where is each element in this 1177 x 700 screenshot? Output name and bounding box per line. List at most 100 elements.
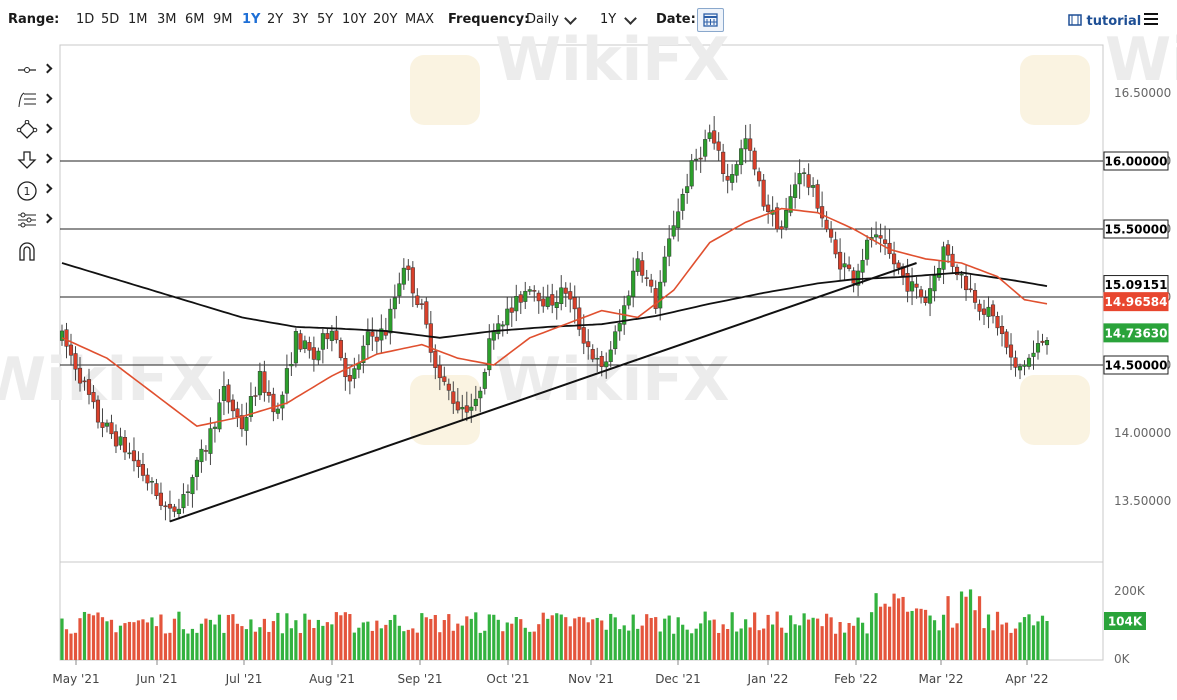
candle-body xyxy=(518,294,523,303)
candle-body xyxy=(712,130,717,144)
candles-group xyxy=(59,116,1050,523)
volume-bar xyxy=(447,614,451,660)
volume-bar xyxy=(851,625,856,660)
volume-bar xyxy=(941,614,946,660)
volume-bar xyxy=(258,627,262,660)
volume-bar xyxy=(154,626,159,660)
x-tick-label: Jun '21 xyxy=(135,672,177,686)
volume-bar xyxy=(600,620,604,660)
volume-bar xyxy=(181,629,186,660)
candle-body xyxy=(176,508,181,515)
volume-bar xyxy=(186,633,190,660)
volume-bar xyxy=(622,625,626,660)
candle-body xyxy=(999,326,1005,335)
candle-body xyxy=(689,160,694,187)
candle-body xyxy=(1040,340,1045,343)
volume-bar xyxy=(253,631,258,660)
candle-body xyxy=(491,331,496,341)
volume-bar xyxy=(1022,617,1027,660)
volume-bar xyxy=(141,619,145,660)
volume-bar xyxy=(631,614,635,660)
volume-bar xyxy=(901,596,905,660)
volume-bar xyxy=(244,629,249,660)
candle-body xyxy=(185,491,190,493)
volume-bar xyxy=(177,611,181,660)
candle-body xyxy=(883,239,888,244)
volume-bar xyxy=(262,618,266,660)
volume-bar xyxy=(96,612,100,660)
volume-bar xyxy=(1027,614,1031,660)
volume-bar xyxy=(78,618,82,660)
volume-bar xyxy=(753,612,757,660)
candle-body xyxy=(811,185,816,188)
volume-bar xyxy=(1040,615,1045,660)
volume-bar xyxy=(240,626,244,660)
candle-body xyxy=(311,347,316,360)
volume-bar xyxy=(438,632,442,660)
volume-bar xyxy=(82,611,87,660)
volume-bar xyxy=(465,616,469,660)
candle-body xyxy=(131,450,137,462)
volume-bar xyxy=(681,624,685,660)
candle-body xyxy=(617,323,622,332)
volume-bar xyxy=(762,628,766,660)
candle-body xyxy=(1013,357,1018,368)
volume-bar xyxy=(406,629,410,660)
candle-body xyxy=(910,281,915,292)
candle-body xyxy=(208,428,213,454)
candle-body xyxy=(194,459,199,477)
watermark-text: WikiFX xyxy=(1105,25,1177,95)
volume-bar xyxy=(168,632,172,660)
candle-body xyxy=(365,331,370,346)
candle-body xyxy=(410,267,415,294)
candle-body xyxy=(838,251,843,270)
candle-body xyxy=(257,371,262,396)
candle-body xyxy=(109,422,114,435)
volume-bar xyxy=(285,613,289,660)
candle-body xyxy=(172,506,177,512)
candle-body xyxy=(262,371,267,393)
volume-bar xyxy=(550,615,554,660)
candle-body xyxy=(230,399,235,412)
price-tag-label: 14.73630 xyxy=(1104,326,1167,340)
volume-bar xyxy=(937,630,941,660)
volume-bar xyxy=(375,620,379,660)
candle-body xyxy=(532,290,537,292)
candle-body xyxy=(640,260,645,276)
volume-bar xyxy=(591,619,595,660)
candle-body xyxy=(473,398,478,407)
candle-body xyxy=(626,295,631,306)
candle-body xyxy=(415,295,420,305)
volume-bar xyxy=(325,622,329,660)
candle-body xyxy=(707,132,712,139)
candle-body xyxy=(878,235,883,239)
volume-bar xyxy=(429,618,433,660)
candle-body xyxy=(1035,343,1041,353)
volume-bar xyxy=(451,630,455,660)
volume-bar xyxy=(267,631,271,660)
candle-body xyxy=(1008,344,1014,358)
candle-body xyxy=(536,292,541,302)
volume-bar xyxy=(860,622,865,660)
candle-body xyxy=(478,390,483,399)
volume-bar xyxy=(519,619,523,660)
watermark-badge xyxy=(1020,375,1090,445)
candle-body xyxy=(581,327,586,344)
price-chart[interactable]: WikiFXWikiFXWikiFXWikiFX16.5000016.00000… xyxy=(0,0,1177,700)
candle-body xyxy=(1017,366,1023,371)
volume-bar xyxy=(501,631,505,660)
volume-bar xyxy=(136,620,141,660)
volume-bar xyxy=(402,631,406,660)
price-tag-label: 15.50000 xyxy=(1104,223,1167,237)
watermark-badge xyxy=(410,55,480,125)
volume-bar xyxy=(730,612,734,660)
volume-bar xyxy=(289,628,293,660)
volume-bar xyxy=(865,633,869,660)
volume-bar xyxy=(748,627,752,660)
candle-body xyxy=(500,324,505,327)
volume-bar xyxy=(474,612,478,660)
watermark-badge xyxy=(1020,55,1090,125)
candle-body xyxy=(784,210,789,228)
volume-bar xyxy=(946,596,950,660)
candle-body xyxy=(1031,352,1036,357)
